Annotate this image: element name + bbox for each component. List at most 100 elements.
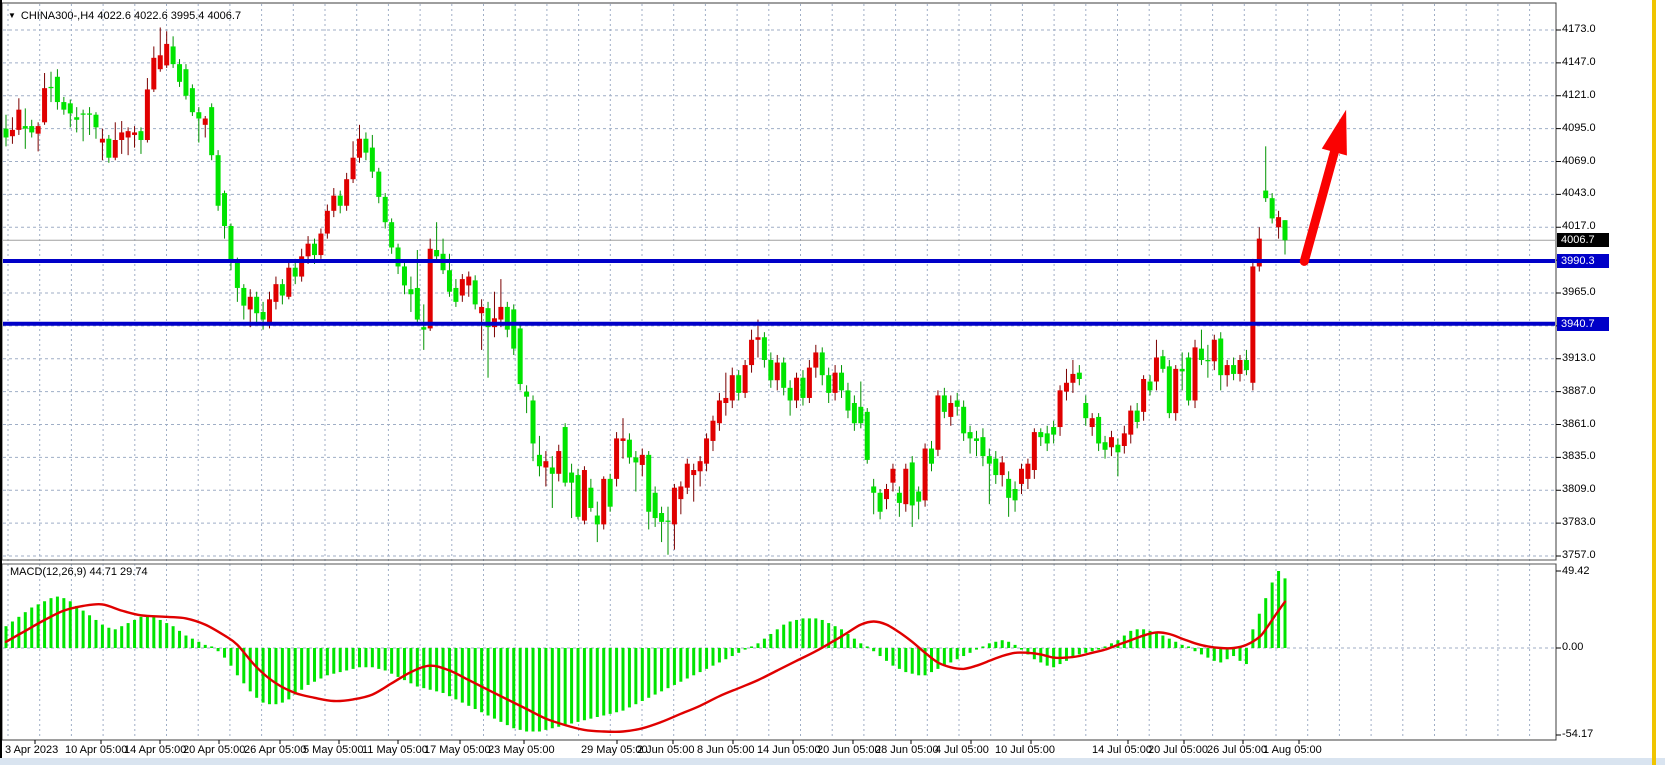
candle-body [1090, 418, 1095, 427]
time-axis-label: 14 Jun 05:00 [757, 744, 821, 756]
time-axis-label: 26 Apr 05:00 [244, 744, 306, 756]
time-axis-label: 20 Jun 05:00 [817, 744, 881, 756]
candle-body [81, 113, 86, 114]
candle-body [935, 395, 940, 449]
candle-body [974, 438, 979, 441]
macd-axis-label: -54.17 [1562, 728, 1593, 740]
candle-body [1122, 433, 1127, 446]
candle-body [106, 139, 111, 158]
candle-body [331, 196, 336, 211]
candle-body [447, 270, 452, 291]
candle-body [312, 244, 317, 255]
price-axis-label: 4017.0 [1562, 220, 1596, 232]
candle-body [460, 279, 465, 295]
candle-body [794, 378, 799, 401]
candle-body [222, 193, 227, 226]
candle-body [93, 115, 98, 128]
candle-body [1064, 383, 1069, 392]
candle-body [415, 288, 420, 320]
price-axis-label: 3783.0 [1562, 516, 1596, 528]
candle-body [505, 307, 510, 330]
candle-body [833, 373, 838, 393]
candle-body [1019, 469, 1024, 484]
candle-body [993, 459, 998, 475]
candle-body [203, 119, 208, 125]
candle-body [138, 131, 143, 140]
candle-body [1083, 403, 1088, 418]
candle-body [1154, 357, 1159, 381]
price-axis-label: 4121.0 [1562, 89, 1596, 101]
window-left-border [0, 0, 2, 765]
candle-body [293, 268, 298, 277]
candle-body [845, 390, 850, 410]
candle-body [955, 400, 960, 406]
current-price-badge: 4006.7 [1557, 233, 1609, 247]
candle-body [158, 55, 163, 69]
candle-body [254, 297, 259, 313]
candle-body [948, 403, 953, 417]
candle-body [389, 222, 394, 247]
candle-body [479, 307, 484, 313]
candle-body [325, 211, 330, 234]
candle-body [1006, 479, 1011, 498]
price-axis-label: 3809.0 [1562, 483, 1596, 495]
window-bottom-strip [0, 758, 1665, 765]
candle-body [897, 493, 902, 503]
chart-canvas[interactable] [0, 0, 1665, 765]
candle-body [826, 375, 831, 393]
candle-body [280, 284, 285, 295]
candle-body [1077, 373, 1082, 379]
time-axis-label: 4 Jul 05:00 [935, 744, 989, 756]
candle-body [531, 400, 536, 443]
candle-body [306, 244, 311, 257]
candle-body [511, 309, 516, 348]
candle-body [1160, 356, 1165, 369]
candle-body [768, 360, 773, 380]
candle-body [1135, 411, 1140, 422]
candle-body [659, 513, 664, 522]
candle-body [396, 247, 401, 266]
candle-body [1244, 360, 1249, 370]
candle-body [1218, 339, 1223, 376]
candle-body [781, 363, 786, 388]
candle-body [473, 280, 478, 304]
candle-body [1199, 349, 1204, 360]
time-axis-label: 5 May 05:00 [303, 744, 364, 756]
candle-body [74, 117, 79, 120]
candle-body [730, 375, 735, 400]
candle-body [980, 437, 985, 456]
time-axis-label: 2 Jun 05:00 [637, 744, 695, 756]
candle-body [357, 139, 362, 158]
candle-body [61, 102, 66, 110]
candle-body [858, 407, 863, 423]
macd-panel [2, 564, 1556, 740]
candle-body [145, 89, 150, 140]
candle-body [1173, 369, 1178, 413]
candle-body [665, 521, 670, 522]
candle-body [1025, 464, 1030, 479]
candle-body [1115, 445, 1120, 453]
candle-body [800, 378, 805, 398]
candle-body [813, 352, 818, 367]
candle-body [1276, 217, 1281, 227]
candle-body [1167, 366, 1172, 413]
time-axis-label: 28 Jun 05:00 [875, 744, 939, 756]
candle-body [576, 475, 581, 517]
candle-body [717, 400, 722, 423]
candle-body [351, 158, 356, 179]
candle-body [556, 451, 561, 474]
candle-body [1283, 220, 1288, 240]
candle-body [807, 368, 812, 398]
candle-body [653, 493, 658, 518]
candle-body [113, 140, 118, 158]
price-axis-label: 4147.0 [1562, 56, 1596, 68]
price-axis-label: 3757.0 [1562, 549, 1596, 561]
candle-body [1045, 433, 1050, 443]
time-axis-label: 17 May 05:00 [424, 744, 491, 756]
candle-body [762, 337, 767, 360]
price-axis-label: 4173.0 [1562, 23, 1596, 35]
candle-body [775, 363, 780, 381]
candle-body [929, 449, 934, 464]
candle-body [408, 289, 413, 294]
chevron-down-icon[interactable]: ▼ [8, 9, 16, 22]
